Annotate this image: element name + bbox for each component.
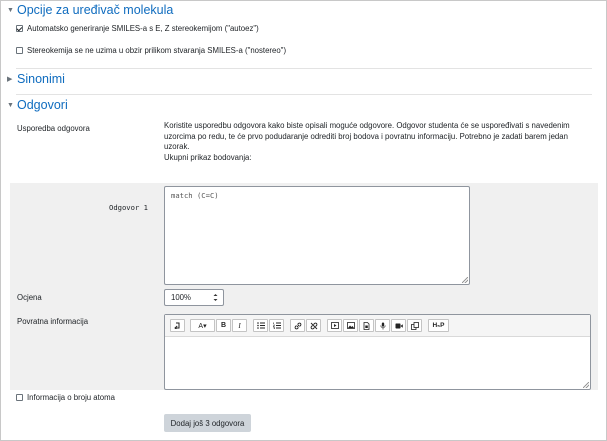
summary-label: Ukupni prikaz bodovanja: (164, 152, 252, 162)
editor-toolbar: A▾ B I H₅P (165, 315, 590, 337)
media-icon[interactable] (327, 319, 342, 332)
chevron-down-icon: ▼ (7, 6, 14, 14)
italic-glyph: I (238, 321, 241, 330)
answer-textarea[interactable]: match (C=C) (164, 186, 470, 285)
font-color-icon[interactable]: A▾ (190, 319, 215, 332)
autoez-option[interactable]: Automatsko generiranje SMILES-a s E, Z s… (16, 24, 259, 33)
section-title: Opcije za uređivač molekula (17, 3, 174, 17)
atom-count-label: Informacija o broju atoma (27, 393, 115, 402)
unlink-icon[interactable] (306, 319, 321, 332)
add-answers-button[interactable]: Dodaj još 3 odgovora (164, 414, 251, 432)
section-molecule-editor-header[interactable]: ▼ Opcije za uređivač molekula (7, 3, 173, 17)
unordered-list-icon[interactable] (253, 319, 268, 332)
divider (16, 94, 592, 95)
section-title: Odgovori (17, 98, 68, 112)
section-title: Sinonimi (17, 72, 65, 86)
collapse-toolbar-icon[interactable] (170, 319, 185, 332)
comparison-label: Usporedba odgovora (17, 124, 90, 133)
section-synonyms-header[interactable]: ▶ Sinonimi (7, 72, 65, 86)
nostereo-checkbox[interactable] (16, 47, 23, 54)
resize-handle-icon[interactable] (462, 277, 468, 283)
manage-files-icon[interactable] (407, 319, 422, 332)
autoez-checkbox[interactable] (16, 25, 23, 32)
sort-arrows-icon (213, 290, 218, 312)
image-icon[interactable] (343, 319, 358, 332)
bold-icon[interactable]: B (216, 319, 231, 332)
section-answers-header[interactable]: ▼ Odgovori (7, 98, 68, 112)
answer-value: match (C=C) (171, 191, 219, 200)
file-icon[interactable] (359, 319, 374, 332)
nostereo-option[interactable]: Stereokemija se ne uzima u obzir priliko… (16, 46, 286, 55)
description-text: Koristite usporedbu odgovora kako biste … (164, 121, 570, 151)
grade-label: Ocjena (17, 293, 42, 302)
link-icon[interactable] (290, 319, 305, 332)
grade-select[interactable]: 100% (164, 289, 224, 306)
comparison-description: Koristite usporedbu odgovora kako biste … (164, 121, 594, 163)
h5p-glyph: H₅P (432, 322, 445, 329)
chevron-down-icon: ▼ (7, 101, 14, 109)
autoez-label: Automatsko generiranje SMILES-a s E, Z s… (27, 24, 259, 33)
divider (16, 68, 592, 69)
record-video-icon[interactable] (391, 319, 406, 332)
nostereo-label: Stereokemija se ne uzima u obzir priliko… (27, 46, 287, 55)
record-audio-icon[interactable] (375, 319, 390, 332)
bold-glyph: B (220, 322, 227, 329)
atom-count-checkbox[interactable] (16, 394, 23, 401)
italic-icon[interactable]: I (232, 319, 247, 332)
answer-label: Odgovor 1 (109, 203, 148, 212)
ordered-list-icon[interactable] (269, 319, 284, 332)
chevron-right-icon: ▶ (7, 76, 13, 83)
atom-count-option[interactable]: Informacija o broju atoma (16, 393, 115, 402)
grade-value: 100% (171, 293, 191, 302)
feedback-label: Povratna informacija (17, 317, 89, 326)
feedback-editor[interactable]: A▾ B I H₅P (164, 314, 591, 390)
h5p-icon[interactable]: H₅P (428, 319, 449, 332)
resize-handle-icon[interactable] (583, 382, 589, 388)
